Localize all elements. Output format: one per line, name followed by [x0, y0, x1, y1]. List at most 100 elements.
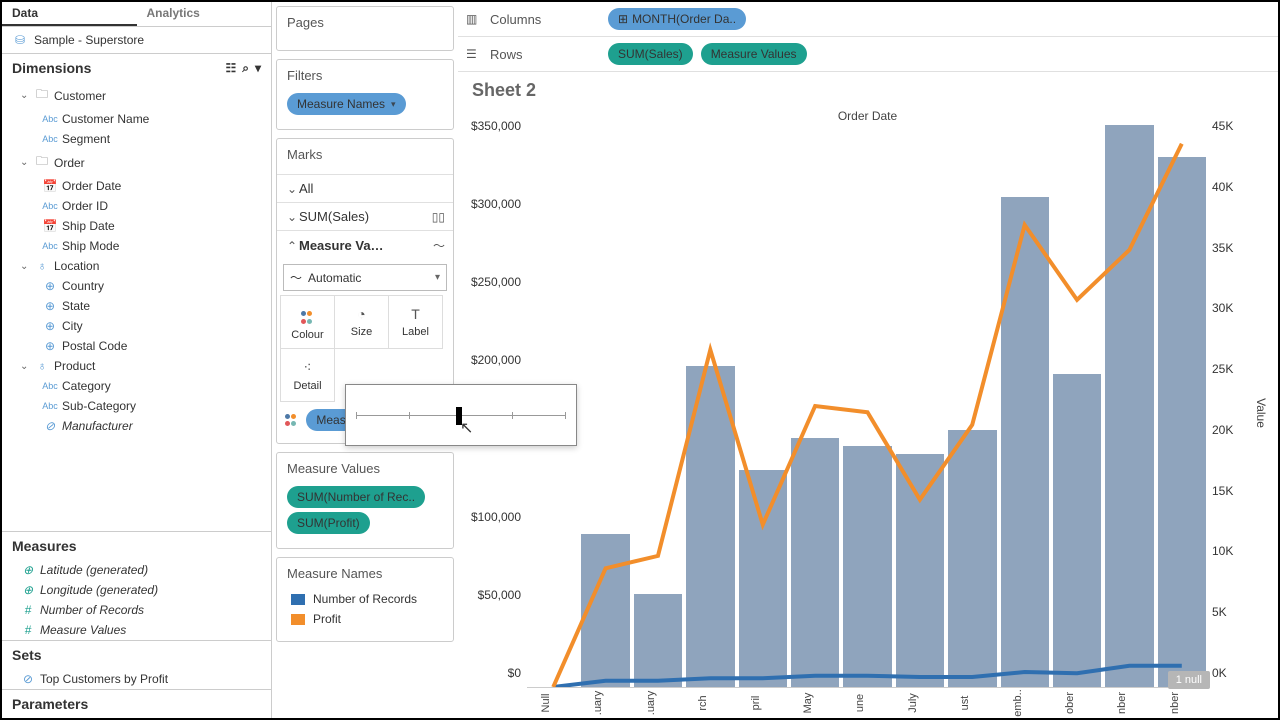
pill-measure-values[interactable]: Measure Values	[701, 43, 807, 65]
marks-measure-values[interactable]: ⌃Measure Va…〜	[277, 230, 453, 260]
folder-order[interactable]: ⌄🗀Order	[2, 149, 271, 176]
mark-detail-button[interactable]: ⁖Detail	[280, 348, 335, 402]
y-axis-right-label: Value	[1252, 109, 1270, 716]
folder-product[interactable]: ⌄♁Product	[2, 356, 271, 376]
pill-measure-names-filter[interactable]: Measure Names▾	[287, 93, 406, 115]
datasource-icon: ⛁	[12, 33, 28, 47]
hash-icon: #	[20, 623, 36, 637]
field-number-of-records[interactable]: #Number of Records	[2, 600, 271, 620]
dimensions-header: Dimensions ☷ ⌕ ▾	[2, 53, 271, 82]
field-postal[interactable]: ⊕Postal Code	[2, 336, 271, 356]
abc-icon: Abc	[42, 381, 58, 391]
folder-location[interactable]: ⌄♁Location	[2, 256, 271, 276]
globe-icon: ⊕	[20, 563, 36, 577]
measures-list: ⊕Latitude (generated) ⊕Longitude (genera…	[2, 560, 271, 640]
globe-icon: ⊕	[42, 319, 58, 333]
field-category[interactable]: AbcCategory	[2, 376, 271, 396]
pages-shelf[interactable]: Pages	[276, 6, 454, 51]
globe-icon: ⊕	[42, 279, 58, 293]
mark-label-button[interactable]: TLabel	[388, 295, 443, 349]
tab-analytics[interactable]: Analytics	[137, 2, 272, 26]
bar-chart-icon: ▯▯	[429, 210, 445, 224]
globe-icon: ⊕	[42, 299, 58, 313]
line-chart-icon: 〜	[429, 237, 445, 254]
abc-icon: Abc	[42, 241, 58, 251]
rows-icon: ☰	[466, 47, 482, 61]
date-icon: 📅	[42, 179, 58, 193]
field-state[interactable]: ⊕State	[2, 296, 271, 316]
shelves-panel: Pages Filters Measure Names▾ Marks ⌄All …	[272, 2, 458, 718]
field-country[interactable]: ⊕Country	[2, 276, 271, 296]
label-icon: T	[411, 306, 420, 322]
field-city[interactable]: ⊕City	[2, 316, 271, 336]
chart-area[interactable]: $350,000$300,000$250,000$200,000$150,000…	[458, 109, 1278, 718]
hash-icon: #	[20, 603, 36, 617]
hierarchy-icon: ♁	[34, 259, 50, 273]
field-subcategory[interactable]: AbcSub-Category	[2, 396, 271, 416]
chevron-down-icon: ⌄	[285, 210, 299, 224]
legend-item-profit[interactable]: Profit	[287, 609, 443, 629]
chevron-down-icon: ⌄	[285, 182, 299, 196]
x-axis[interactable]: Null.uary.uaryrchprilMayuneJulyustemb..o…	[527, 688, 1208, 716]
marks-sum-sales[interactable]: ⌄SUM(Sales)▯▯	[277, 202, 453, 230]
mark-type-dropdown[interactable]: 〜Automatic	[283, 264, 447, 291]
folder-customer[interactable]: ⌄🗀Customer	[2, 82, 271, 109]
menu-icon[interactable]: ▾	[255, 61, 261, 76]
marks-all[interactable]: ⌄All	[277, 174, 453, 202]
field-order-date[interactable]: 📅Order Date	[2, 176, 271, 196]
globe-icon: ⊕	[42, 339, 58, 353]
set-top-customers[interactable]: ⊘Top Customers by Profit	[2, 669, 271, 689]
y-axis-right[interactable]: 45K40K35K30K25K20K15K10K5K0K	[1208, 109, 1252, 716]
data-panel: Data Analytics ⛁ Sample - Superstore Dim…	[2, 2, 272, 718]
set-icon: ⊘	[42, 419, 58, 433]
mark-size-button[interactable]: ◔Size	[334, 295, 389, 349]
folder-icon: 🗀	[34, 152, 50, 173]
legend-swatch	[291, 594, 305, 605]
date-icon: 📅	[42, 219, 58, 233]
colour-icon	[285, 414, 299, 428]
size-slider-handle[interactable]	[456, 407, 462, 425]
set-icon: ⊘	[20, 672, 36, 686]
parameters-header: Parameters	[2, 689, 271, 718]
sheet-title[interactable]: Sheet 2	[458, 72, 1278, 109]
field-ship-mode[interactable]: AbcShip Mode	[2, 236, 271, 256]
size-icon: ◔	[357, 306, 365, 322]
rows-shelf[interactable]: ☰ Rows SUM(Sales) Measure Values	[458, 37, 1278, 72]
pill-sum-profit[interactable]: SUM(Profit)	[287, 512, 370, 534]
line-profit[interactable]	[553, 144, 1182, 687]
abc-icon: Abc	[42, 114, 58, 124]
line-icon: 〜	[290, 269, 302, 286]
measure-names-legend: Measure Names Number of Records Profit	[276, 557, 454, 642]
columns-icon: ▥	[466, 12, 482, 26]
measure-values-shelf[interactable]: Measure Values SUM(Number of Rec.. SUM(P…	[276, 452, 454, 549]
columns-shelf[interactable]: ▥ Columns ⊞MONTH(Order Da..	[458, 2, 1278, 37]
measures-header: Measures	[2, 531, 271, 560]
mark-colour-button[interactable]: Colour	[280, 295, 335, 349]
sets-header: Sets	[2, 640, 271, 669]
view-panel: ▥ Columns ⊞MONTH(Order Da.. ☰ Rows SUM(S…	[458, 2, 1278, 718]
field-customer-name[interactable]: AbcCustomer Name	[2, 109, 271, 129]
dimensions-tree: ⌄🗀Customer AbcCustomer Name AbcSegment ⌄…	[2, 82, 271, 531]
datasource-item[interactable]: ⛁ Sample - Superstore	[2, 27, 271, 53]
abc-icon: Abc	[42, 401, 58, 411]
field-segment[interactable]: AbcSegment	[2, 129, 271, 149]
pill-month-order-date[interactable]: ⊞MONTH(Order Da..	[608, 8, 746, 30]
legend-item-number-records[interactable]: Number of Records	[287, 589, 443, 609]
tab-data[interactable]: Data	[2, 2, 137, 26]
pill-sum-sales[interactable]: SUM(Sales)	[608, 43, 693, 65]
pill-sum-number-records[interactable]: SUM(Number of Rec..	[287, 486, 425, 508]
field-longitude[interactable]: ⊕Longitude (generated)	[2, 580, 271, 600]
axis-top-title: Order Date	[527, 109, 1208, 125]
field-manufacturer[interactable]: ⊘Manufacturer	[2, 416, 271, 436]
plot-canvas[interactable]: 1 null	[527, 125, 1208, 688]
field-latitude[interactable]: ⊕Latitude (generated)	[2, 560, 271, 580]
search-icon[interactable]: ⌕	[242, 61, 249, 76]
field-ship-date[interactable]: 📅Ship Date	[2, 216, 271, 236]
field-measure-values[interactable]: #Measure Values	[2, 620, 271, 640]
list-view-icon[interactable]: ☷	[225, 61, 236, 76]
field-order-id[interactable]: AbcOrder ID	[2, 196, 271, 216]
folder-icon: 🗀	[34, 85, 50, 106]
filters-shelf[interactable]: Filters Measure Names▾	[276, 59, 454, 130]
size-slider-popup[interactable]	[345, 384, 577, 446]
globe-icon: ⊕	[20, 583, 36, 597]
